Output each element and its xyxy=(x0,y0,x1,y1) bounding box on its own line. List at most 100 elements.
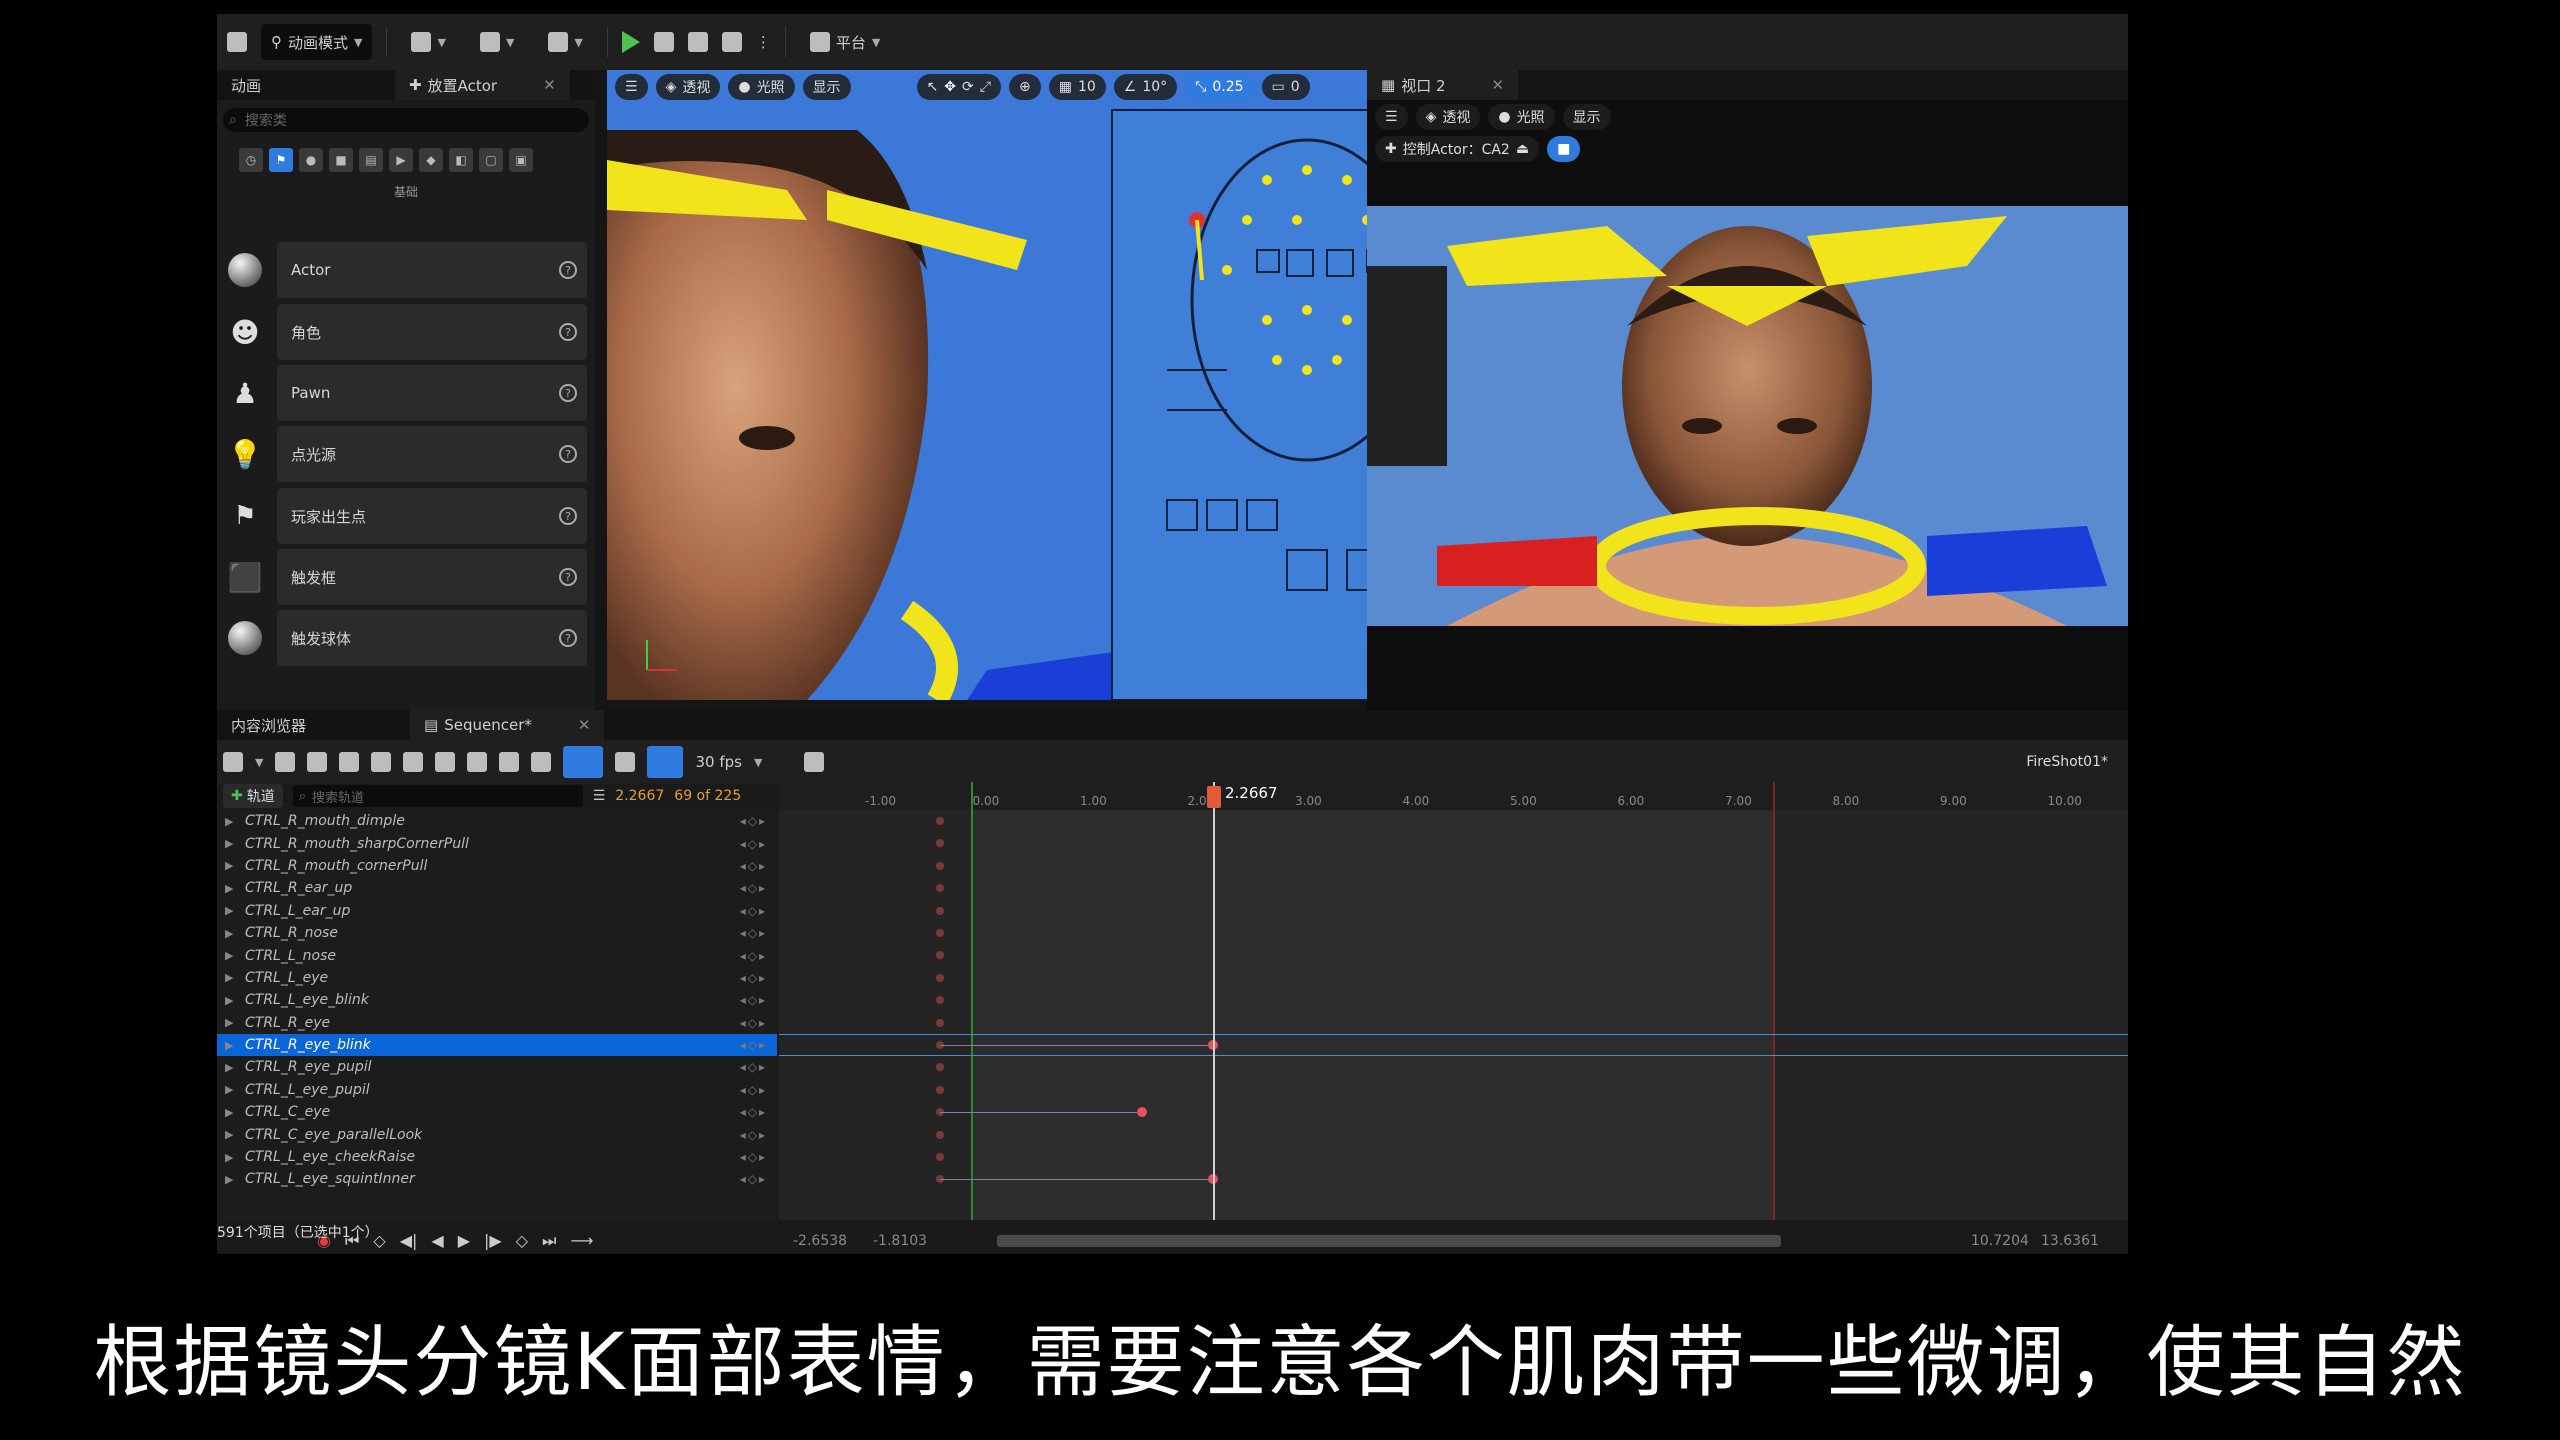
expand-arrow-icon[interactable]: ▶ xyxy=(225,815,233,828)
key-controls-icon[interactable]: ◂◇▸ xyxy=(740,949,767,963)
class-search-input[interactable]: ⌕ 搜索类 xyxy=(223,108,589,132)
help-icon[interactable]: ? xyxy=(559,568,577,586)
pilot-actor-button[interactable]: ✚ 控制Actor：CA2 ⏏ xyxy=(1375,136,1540,162)
key-controls-icon[interactable]: ◂◇▸ xyxy=(740,1172,767,1186)
transform-tools[interactable]: ↖ ✥ ⟳ ⤢ xyxy=(916,74,1001,100)
help-icon[interactable]: ? xyxy=(559,507,577,525)
track-row[interactable]: ▶ CTRL_R_mouth_sharpCornerPull ◂◇▸ xyxy=(217,832,777,854)
expand-arrow-icon[interactable]: ▶ xyxy=(225,1106,233,1119)
playhead-handle[interactable] xyxy=(1207,786,1221,808)
help-icon[interactable]: ? xyxy=(559,445,577,463)
more-classes-icon[interactable]: ▣ xyxy=(509,148,533,172)
track-row[interactable]: ▶ CTRL_R_eye ◂◇▸ xyxy=(217,1012,777,1034)
lit-button[interactable]: ● 光照 xyxy=(728,74,795,100)
expand-arrow-icon[interactable]: ▶ xyxy=(225,1151,233,1164)
expand-arrow-icon[interactable]: ▶ xyxy=(225,1016,233,1029)
key-controls-icon[interactable]: ◂◇▸ xyxy=(740,881,767,895)
tab-place-actor[interactable]: ✚ 放置Actor ✕ xyxy=(395,70,570,100)
key-controls-icon[interactable]: ◂◇▸ xyxy=(740,904,767,918)
current-time[interactable]: 2.2667 xyxy=(615,788,664,804)
camera-icon[interactable] xyxy=(339,752,360,772)
expand-arrow-icon[interactable]: ▶ xyxy=(225,882,233,895)
viewport-2[interactable]: ▦ 视口 2 ✕ ☰ ◈ 透视 ● 光照 显示 ✚ 控制Actor：CA2 ⏏ ■ xyxy=(1367,70,2128,710)
world-icon[interactable] xyxy=(223,752,243,772)
timeline-area[interactable]: -1.00 0.00 1.00 2.00 3.00 4.00 5.00 6.00 7.00 8.0… xyxy=(779,782,2128,1220)
lit-button[interactable]: ● 光照 xyxy=(1488,104,1555,130)
expand-arrow-icon[interactable]: ▶ xyxy=(225,837,233,850)
jump-start-icon[interactable]: ⏮ xyxy=(345,1231,359,1251)
close-icon[interactable]: ✕ xyxy=(1492,76,1505,94)
next-key-icon[interactable]: ◇ xyxy=(516,1231,528,1251)
timeline-scrollbar[interactable] xyxy=(997,1235,1781,1247)
expand-arrow-icon[interactable]: ▶ xyxy=(225,859,233,872)
key-controls-icon[interactable]: ◂◇▸ xyxy=(740,1016,767,1030)
help-icon[interactable]: ? xyxy=(559,323,577,341)
help-icon[interactable]: ? xyxy=(559,384,577,402)
time-ruler[interactable]: -1.00 0.00 1.00 2.00 3.00 4.00 5.00 6.00 7.00 8.0… xyxy=(779,782,2128,810)
help-icon[interactable]: ? xyxy=(559,261,577,279)
key-controls-icon[interactable]: ◂◇▸ xyxy=(740,1060,767,1074)
expand-arrow-icon[interactable]: ▶ xyxy=(225,1061,233,1074)
key-controls-icon[interactable]: ◂◇▸ xyxy=(740,1105,767,1119)
key-controls-icon[interactable]: ◂◇▸ xyxy=(740,1128,767,1142)
key-controls-icon[interactable]: ◂◇▸ xyxy=(740,993,767,1007)
actor-item-point-light[interactable]: 💡 点光源? xyxy=(217,426,587,482)
close-icon[interactable]: ✕ xyxy=(543,76,556,94)
next-frame-icon[interactable]: |▶ xyxy=(484,1231,502,1251)
show-button[interactable]: 显示 xyxy=(1562,104,1611,130)
close-icon[interactable]: ✕ xyxy=(578,716,591,734)
camera-speed-button[interactable]: ▭ 0 xyxy=(1261,74,1310,100)
scale-snap-button[interactable]: ⤡ 0.25 xyxy=(1185,74,1254,100)
track-row[interactable]: ▶ CTRL_R_mouth_cornerPull ◂◇▸ xyxy=(217,855,777,877)
pen-icon[interactable] xyxy=(615,752,636,772)
end-marker[interactable] xyxy=(1773,782,1775,1220)
key-controls-icon[interactable]: ◂◇▸ xyxy=(740,971,767,985)
tab-sequencer[interactable]: ▤ Sequencer* ✕ xyxy=(410,710,605,740)
play-icon[interactable]: ▶ xyxy=(458,1231,470,1251)
wrench-icon[interactable] xyxy=(435,752,456,772)
actor-item-actor[interactable]: Actor? xyxy=(217,242,587,298)
geometry-icon[interactable]: ◆ xyxy=(419,148,443,172)
auto-key-button[interactable] xyxy=(563,746,604,778)
show-button[interactable]: 显示 xyxy=(802,74,851,100)
key-controls-icon[interactable]: ◂◇▸ xyxy=(740,1150,767,1164)
save-icon[interactable] xyxy=(275,752,296,772)
save-icon[interactable] xyxy=(227,32,247,52)
track-row[interactable]: ▶ CTRL_R_nose ◂◇▸ xyxy=(217,922,777,944)
all-classes-icon[interactable]: ▢ xyxy=(479,148,503,172)
track-row[interactable]: ▶ CTRL_C_eye ◂◇▸ xyxy=(217,1101,777,1123)
actor-item-trigger-sphere[interactable]: 触发球体? xyxy=(217,610,587,666)
key-controls-icon[interactable]: ◂◇▸ xyxy=(740,814,767,828)
add-content-button[interactable]: ▼ xyxy=(401,24,455,60)
track-row[interactable]: ▶ CTRL_R_eye_blink ◂◇▸ xyxy=(217,1033,777,1057)
track-row[interactable]: ▶ CTRL_R_eye_pupil ◂◇▸ xyxy=(217,1056,777,1078)
viewport-menu-button[interactable]: ☰ xyxy=(1375,104,1408,130)
step-icon[interactable] xyxy=(653,32,674,52)
mode-dropdown[interactable]: ⚲ 动画模式 ▼ xyxy=(261,24,373,60)
key-controls-icon[interactable]: ◂◇▸ xyxy=(740,837,767,851)
expand-arrow-icon[interactable]: ▶ xyxy=(225,949,233,962)
stop-icon[interactable] xyxy=(687,32,708,52)
track-row[interactable]: ▶ CTRL_L_eye_blink ◂◇▸ xyxy=(217,989,777,1011)
prev-frame-icon[interactable]: ◀| xyxy=(400,1231,418,1251)
key-controls-icon[interactable]: ◂◇▸ xyxy=(740,1083,767,1097)
track-row[interactable]: ▶ CTRL_C_eye_parallelLook ◂◇▸ xyxy=(217,1123,777,1145)
eject-icon[interactable] xyxy=(721,32,742,52)
jump-end-icon[interactable]: ⏭ xyxy=(542,1231,556,1251)
reverse-play-icon[interactable]: ◀ xyxy=(431,1231,443,1251)
expand-arrow-icon[interactable]: ▶ xyxy=(225,1039,233,1052)
grid-snap-button[interactable]: ▦ 10 xyxy=(1048,74,1106,100)
actor-item-trigger-box[interactable]: ⬛ 触发框? xyxy=(217,549,587,605)
record-icon[interactable]: ◉ xyxy=(317,1231,331,1251)
camera-lock-button[interactable]: ■ xyxy=(1547,136,1581,162)
track-row[interactable]: ▶ CTRL_R_ear_up ◂◇▸ xyxy=(217,877,777,899)
key-icon[interactable] xyxy=(531,752,552,772)
graph-icon[interactable] xyxy=(804,752,825,772)
visibility-icon[interactable] xyxy=(467,752,488,772)
find-asset-icon[interactable] xyxy=(307,752,328,772)
recent-icon[interactable]: ◷ xyxy=(239,148,263,172)
key-controls-icon[interactable]: ◂◇▸ xyxy=(740,859,767,873)
viewport-menu-button[interactable]: ☰ xyxy=(615,74,648,100)
prev-key-icon[interactable]: ◇ xyxy=(373,1231,385,1251)
actor-item-character[interactable]: ☻ 角色? xyxy=(217,304,587,360)
